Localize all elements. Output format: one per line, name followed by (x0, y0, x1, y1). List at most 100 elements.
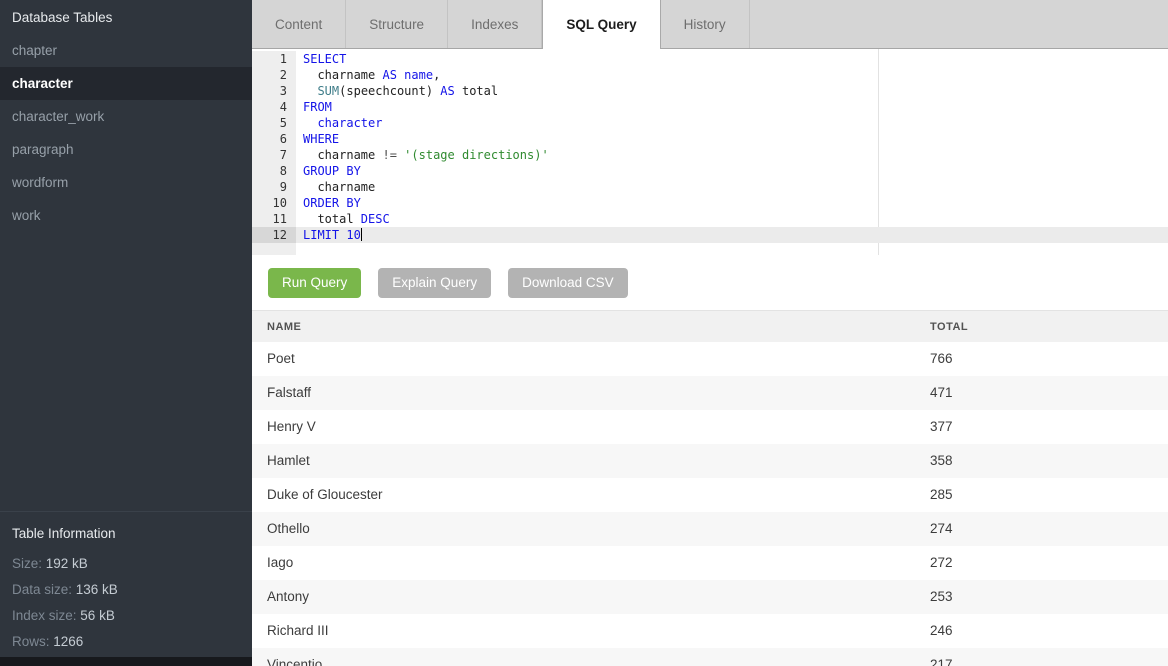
text-cursor (361, 228, 362, 241)
code-token: AS (440, 84, 454, 98)
info-label: Size: (12, 556, 42, 571)
cell-name: Poet (252, 342, 915, 376)
tab-history[interactable]: History (661, 0, 750, 48)
download-csv-button[interactable]: Download CSV (508, 268, 628, 298)
cell-name: Hamlet (252, 444, 915, 478)
sidebar-title: Database Tables (0, 0, 252, 34)
code-line: 12LIMIT 10 (252, 227, 1168, 243)
line-number: 8 (252, 163, 296, 179)
cell-total: 217 (915, 648, 1168, 666)
tab-indexes[interactable]: Indexes (448, 0, 542, 48)
cell-name: Othello (252, 512, 915, 546)
results-table: NAME TOTAL Poet766Falstaff471Henry V377H… (252, 310, 1168, 666)
sidebar-bottom-strip (0, 657, 252, 666)
sidebar-item-work[interactable]: work (0, 199, 252, 232)
sql-query-editor[interactable]: 1SELECT2 charname AS name,3 SUM(speechco… (252, 49, 1168, 255)
code-token: FROM (303, 100, 332, 114)
code-token: != (382, 148, 396, 162)
info-value: 192 kB (42, 556, 88, 571)
tab-sql-query[interactable]: SQL Query (542, 0, 660, 49)
line-number: 6 (252, 131, 296, 147)
code-token: AS (382, 68, 396, 82)
line-number: 3 (252, 83, 296, 99)
query-actions: Run Query Explain Query Download CSV (252, 255, 1168, 310)
code-line: 6 WHERE (252, 131, 1168, 147)
code-token: charname (303, 180, 375, 194)
table-row: Othello274 (252, 512, 1168, 546)
cell-total: 285 (915, 478, 1168, 512)
info-value: 1266 (50, 634, 84, 649)
cell-total: 274 (915, 512, 1168, 546)
code-text: GROUP BY (296, 163, 361, 179)
code-token: character (317, 116, 382, 130)
line-number: 5 (252, 115, 296, 131)
run-query-button[interactable]: Run Query (268, 268, 361, 298)
column-header-total: TOTAL (915, 311, 1168, 343)
code-token: SUM (317, 84, 339, 98)
info-label: Data size: (12, 582, 72, 597)
cell-total: 272 (915, 546, 1168, 580)
code-token: WHERE (303, 132, 339, 146)
tab-content[interactable]: Content (252, 0, 346, 48)
code-line: 7 charname != '(stage directions)' (252, 147, 1168, 163)
code-line: 3 SUM(speechcount) AS total (252, 83, 1168, 99)
info-label: Index size: (12, 608, 77, 623)
table-row: Poet766 (252, 342, 1168, 376)
code-text: charname (296, 179, 375, 195)
code-lines: 1SELECT2 charname AS name,3 SUM(speechco… (252, 51, 1168, 243)
sidebar-item-character[interactable]: character (0, 67, 252, 100)
table-row: Richard III246 (252, 614, 1168, 648)
code-token: 10 (346, 228, 360, 242)
cell-name: Iago (252, 546, 915, 580)
code-line: 9 charname (252, 179, 1168, 195)
results-header-row: NAME TOTAL (252, 311, 1168, 343)
table-info-title: Table Information (0, 515, 252, 551)
line-number: 2 (252, 67, 296, 83)
table-row: Vincentio217 (252, 648, 1168, 666)
sidebar-item-wordform[interactable]: wordform (0, 166, 252, 199)
tab-bar: ContentStructureIndexesSQL QueryHistory (252, 0, 1168, 49)
sidebar-item-paragraph[interactable]: paragraph (0, 133, 252, 166)
table-list: chaptercharactercharacter_workparagraphw… (0, 34, 252, 232)
cell-total: 766 (915, 342, 1168, 376)
code-token: GROUP BY (303, 164, 361, 178)
code-text: LIMIT 10 (296, 227, 362, 243)
code-token: total (303, 212, 361, 226)
code-line: 8 GROUP BY (252, 163, 1168, 179)
code-token: DESC (361, 212, 390, 226)
explain-query-button[interactable]: Explain Query (378, 268, 491, 298)
cell-name: Antony (252, 580, 915, 614)
code-text: total DESC (296, 211, 390, 227)
code-token: SELECT (303, 52, 346, 66)
sidebar: Database Tables chaptercharactercharacte… (0, 0, 252, 666)
info-value: 136 kB (72, 582, 118, 597)
table-info-panel: Table Information Size: 192 kB Data size:… (0, 511, 252, 657)
info-row-rows-: Rows: 1266 (0, 629, 252, 655)
code-token: total (455, 84, 498, 98)
code-text: charname != '(stage directions)' (296, 147, 549, 163)
table-row: Iago272 (252, 546, 1168, 580)
app-window: Database Tables chaptercharactercharacte… (0, 0, 1168, 666)
info-row-data-size-: Data size: 136 kB (0, 577, 252, 603)
code-line: 4FROM (252, 99, 1168, 115)
code-token: ORDER BY (303, 196, 361, 210)
table-row: Hamlet358 (252, 444, 1168, 478)
code-token: '(stage directions)' (404, 148, 549, 162)
code-line: 11 total DESC (252, 211, 1168, 227)
code-text: WHERE (296, 131, 339, 147)
tab-structure[interactable]: Structure (346, 0, 448, 48)
sidebar-item-chapter[interactable]: chapter (0, 34, 252, 67)
code-token: (speechcount) (339, 84, 440, 98)
gutter-filler (252, 243, 296, 255)
line-number: 9 (252, 179, 296, 195)
cell-total: 246 (915, 614, 1168, 648)
code-text: charname AS name, (296, 67, 440, 83)
table-info-rows: Size: 192 kB Data size: 136 kB Index size:… (0, 551, 252, 655)
line-number: 10 (252, 195, 296, 211)
info-value: 56 kB (77, 608, 115, 623)
code-text: character (296, 115, 382, 131)
code-line: 2 charname AS name, (252, 67, 1168, 83)
cell-name: Duke of Gloucester (252, 478, 915, 512)
code-token: charname (303, 148, 382, 162)
sidebar-item-character-work[interactable]: character_work (0, 100, 252, 133)
